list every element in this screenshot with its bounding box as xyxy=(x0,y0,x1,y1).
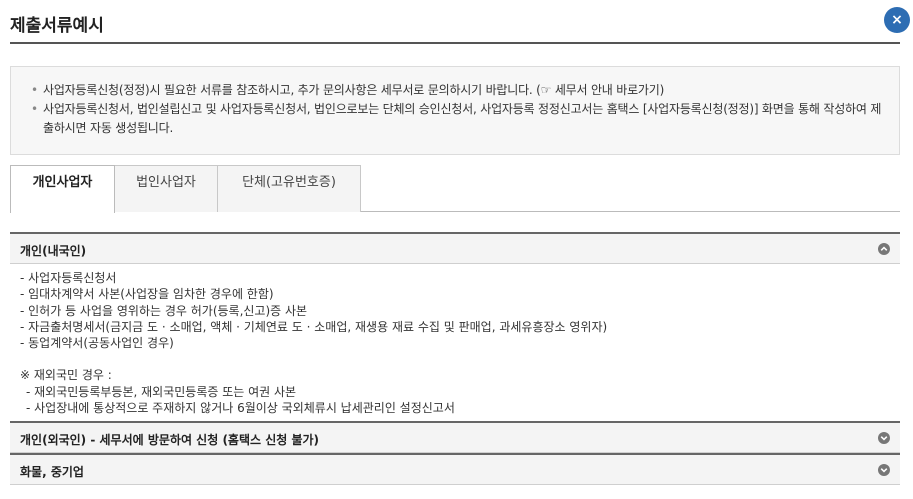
tab-organization[interactable]: 단체(고유번호증) xyxy=(217,165,361,212)
chevron-down-icon xyxy=(878,432,890,444)
page-title: 제출서류예시 xyxy=(10,16,104,36)
document-item: - 인허가 등 사업을 영위하는 경우 허가(등록,신고)증 사본 xyxy=(20,303,308,318)
chevron-up-icon xyxy=(878,243,890,255)
document-item: - 임대차계약서 사본(사업장을 임차한 경우에 한함) xyxy=(20,287,274,302)
close-button[interactable]: × xyxy=(884,7,910,33)
document-item: - 동업계약서(공동사업인 경우) xyxy=(20,336,174,351)
tab-corporate-business[interactable]: 법인사업자 xyxy=(114,165,218,212)
document-item: - 자금출처명세서(금지금 도 · 소매업, 액체 · 기체연료 도 · 소매업… xyxy=(20,319,608,334)
dialog-header: 제출서류예시 × xyxy=(10,0,910,44)
chevron-down-icon xyxy=(878,464,890,476)
note-item: - 사업장내에 통상적으로 주재하지 않거나 6월이상 국외체류시 납세관리인 … xyxy=(26,401,455,416)
accordion-title: 화물, 중기업 xyxy=(20,465,84,479)
accordion-header-foreigner[interactable]: 개인(외국인) - 세무서에 방문하여 신청 (홈택스 신청 불가) xyxy=(10,421,900,453)
accordion-title: 개인(외국인) - 세무서에 방문하여 신청 (홈택스 신청 불가) xyxy=(20,433,320,447)
accordion-header-freight[interactable]: 화물, 중기업 xyxy=(10,453,900,485)
accordion-header-domestic[interactable]: 개인(내국인) xyxy=(10,232,900,264)
tab-bar: 개인사업자 법인사업자 단체(고유번호증) xyxy=(10,165,900,213)
notice-item: 사업자등록신청(정정)시 필요한 서류를 참조하시고, 추가 문의사항은 세무서… xyxy=(31,81,887,100)
notice-box: 사업자등록신청(정정)시 필요한 서류를 참조하시고, 추가 문의사항은 세무서… xyxy=(10,66,900,155)
note-item: - 재외국민등록부등본, 재외국민등록증 또는 여권 사본 xyxy=(26,384,297,399)
notice-item: 사업자등록신청서, 법인설립신고 및 사업자등록신청서, 법인으로보는 단체의 … xyxy=(31,100,887,138)
tab-individual-business[interactable]: 개인사업자 xyxy=(10,165,115,213)
accordion-body-domestic: - 사업자등록신청서 - 임대차계약서 사본(사업장을 임차한 경우에 한함) … xyxy=(10,265,900,416)
accordion-title: 개인(내국인) xyxy=(20,244,87,258)
note-title: ※ 재외국민 경우 : xyxy=(20,368,112,383)
document-item: - 사업자등록신청서 xyxy=(20,271,117,285)
